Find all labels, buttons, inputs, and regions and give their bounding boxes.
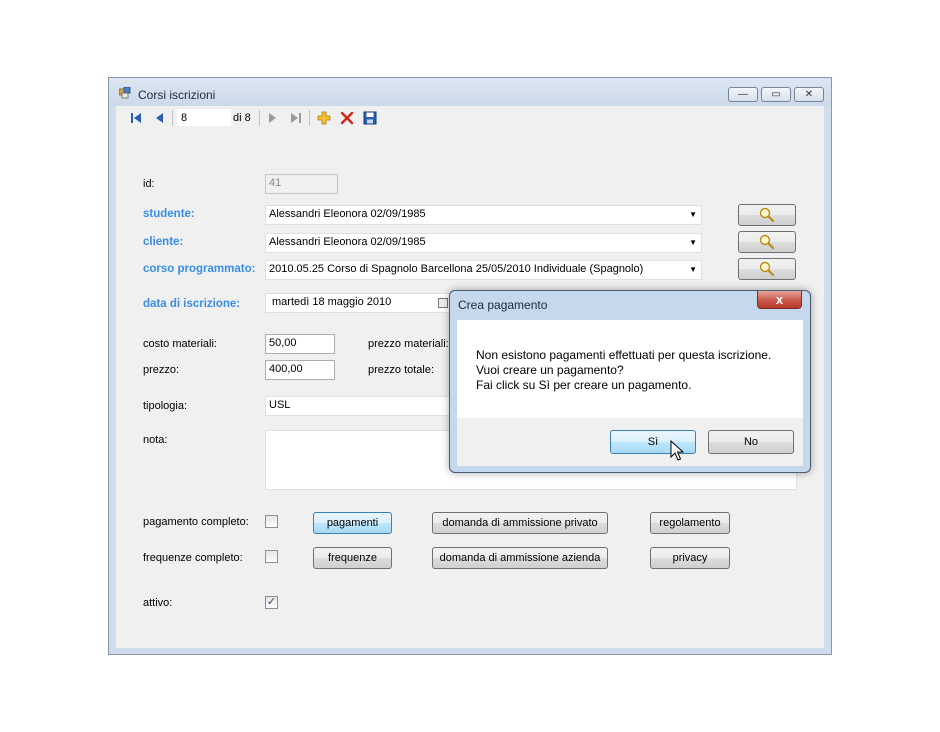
close-icon: ✕ xyxy=(804,89,814,100)
next-record-button[interactable] xyxy=(264,110,280,126)
frequenze-completo-label: frequenze completo: xyxy=(143,552,243,564)
costo-materiali-field[interactable]: 50,00 xyxy=(265,334,335,354)
delete-record-button[interactable] xyxy=(339,110,355,126)
chevron-down-icon: ▼ xyxy=(689,265,697,274)
minimize-button[interactable]: — xyxy=(728,87,758,102)
prezzo-field[interactable]: 400,00 xyxy=(265,360,335,380)
save-icon xyxy=(363,111,377,125)
toolbar-separator xyxy=(259,110,260,126)
search-icon xyxy=(759,207,775,223)
title-bar[interactable]: Corsi iscrizioni — ▭ ✕ xyxy=(109,78,831,106)
studente-search-button[interactable] xyxy=(738,204,796,226)
record-position-input[interactable] xyxy=(177,109,231,126)
maximize-button[interactable]: ▭ xyxy=(761,87,791,102)
next-icon xyxy=(269,113,276,123)
last-record-button[interactable] xyxy=(288,110,304,126)
nota-label: nota: xyxy=(143,434,168,446)
attivo-label: attivo: xyxy=(143,597,173,609)
cliente-combobox[interactable]: Alessandri Eleonora 02/09/1985 ▼ xyxy=(265,233,702,253)
save-record-button[interactable] xyxy=(362,110,378,126)
costo-materiali-label: costo materiali: xyxy=(143,338,217,350)
close-icon: x xyxy=(775,292,784,307)
regolamento-button[interactable]: regolamento xyxy=(650,512,730,534)
frequenze-completo-checkbox[interactable] xyxy=(265,550,278,563)
first-record-button[interactable] xyxy=(128,110,144,126)
domanda-privato-button[interactable]: domanda di ammissione privato xyxy=(432,512,608,534)
dialog-message: Non esistono pagamenti effettuati per qu… xyxy=(476,348,772,392)
prezzo-totale-label: prezzo totale: xyxy=(368,364,435,376)
corso-combobox[interactable]: 2010.05.25 Corso di Spagnolo Barcellona … xyxy=(265,260,702,280)
delete-icon xyxy=(340,111,354,125)
mouse-cursor-icon xyxy=(670,440,684,461)
last-icon xyxy=(291,113,301,123)
toolbar-separator xyxy=(309,110,310,126)
prev-icon xyxy=(156,113,163,123)
toolbar-separator xyxy=(172,110,173,126)
no-button[interactable]: No xyxy=(708,430,794,454)
tipologia-label: tipologia: xyxy=(143,400,188,412)
id-label: id: xyxy=(143,178,155,190)
calendar-icon[interactable] xyxy=(438,298,448,308)
minimize-icon: — xyxy=(738,89,748,100)
studente-label: studente: xyxy=(143,208,195,220)
record-count-label: di 8 xyxy=(233,112,251,124)
corso-label: corso programmato: xyxy=(143,263,256,275)
frequenze-button[interactable]: frequenze xyxy=(313,547,392,569)
studente-value: Alessandri Eleonora 02/09/1985 xyxy=(269,208,426,220)
studente-combobox[interactable]: Alessandri Eleonora 02/09/1985 ▼ xyxy=(265,205,702,225)
dialog-message-area: Non esistono pagamenti effettuati per qu… xyxy=(457,320,803,418)
first-icon xyxy=(131,113,141,123)
pagamento-completo-label: pagamento completo: xyxy=(143,516,249,528)
checkmark-icon: ✓ xyxy=(266,596,277,608)
attivo-checkbox[interactable]: ✓ xyxy=(265,596,278,609)
maximize-icon: ▭ xyxy=(771,89,781,100)
add-icon xyxy=(317,111,331,125)
corso-value: 2010.05.25 Corso di Spagnolo Barcellona … xyxy=(269,263,644,275)
dialog-button-bar: Sì No xyxy=(457,418,803,466)
prezzo-label: prezzo: xyxy=(143,364,180,376)
navigation-toolbar: di 8 xyxy=(116,106,824,131)
domanda-azienda-button[interactable]: domanda di ammissione azienda xyxy=(432,547,608,569)
search-icon xyxy=(759,234,775,250)
chevron-down-icon: ▼ xyxy=(689,238,697,247)
data-iscrizione-picker[interactable]: martedì 18 maggio 2010 xyxy=(265,293,455,313)
crea-pagamento-dialog: Crea pagamento x Non esistono pagamenti … xyxy=(449,290,811,473)
privacy-button[interactable]: privacy xyxy=(650,547,730,569)
prezzo-materiali-label: prezzo materiali: xyxy=(368,338,449,350)
close-button[interactable]: ✕ xyxy=(794,87,824,102)
previous-record-button[interactable] xyxy=(152,110,168,126)
add-record-button[interactable] xyxy=(316,110,332,126)
chevron-down-icon: ▼ xyxy=(689,210,697,219)
data-iscrizione-label: data di iscrizione: xyxy=(143,298,241,310)
cliente-value: Alessandri Eleonora 02/09/1985 xyxy=(269,236,426,248)
dialog-close-button[interactable]: x xyxy=(757,291,802,309)
app-icon xyxy=(119,87,131,99)
window-title: Corsi iscrizioni xyxy=(138,88,216,102)
corso-search-button[interactable] xyxy=(738,258,796,280)
dialog-title: Crea pagamento xyxy=(458,298,548,312)
cliente-search-button[interactable] xyxy=(738,231,796,253)
id-field: 41 xyxy=(265,174,338,194)
tipologia-field[interactable]: USL xyxy=(265,396,465,416)
pagamento-completo-checkbox[interactable] xyxy=(265,515,278,528)
cliente-label: cliente: xyxy=(143,236,184,248)
search-icon xyxy=(759,261,775,277)
pagamenti-button[interactable]: pagamenti xyxy=(313,512,392,534)
data-iscrizione-value: martedì 18 maggio 2010 xyxy=(272,296,392,308)
